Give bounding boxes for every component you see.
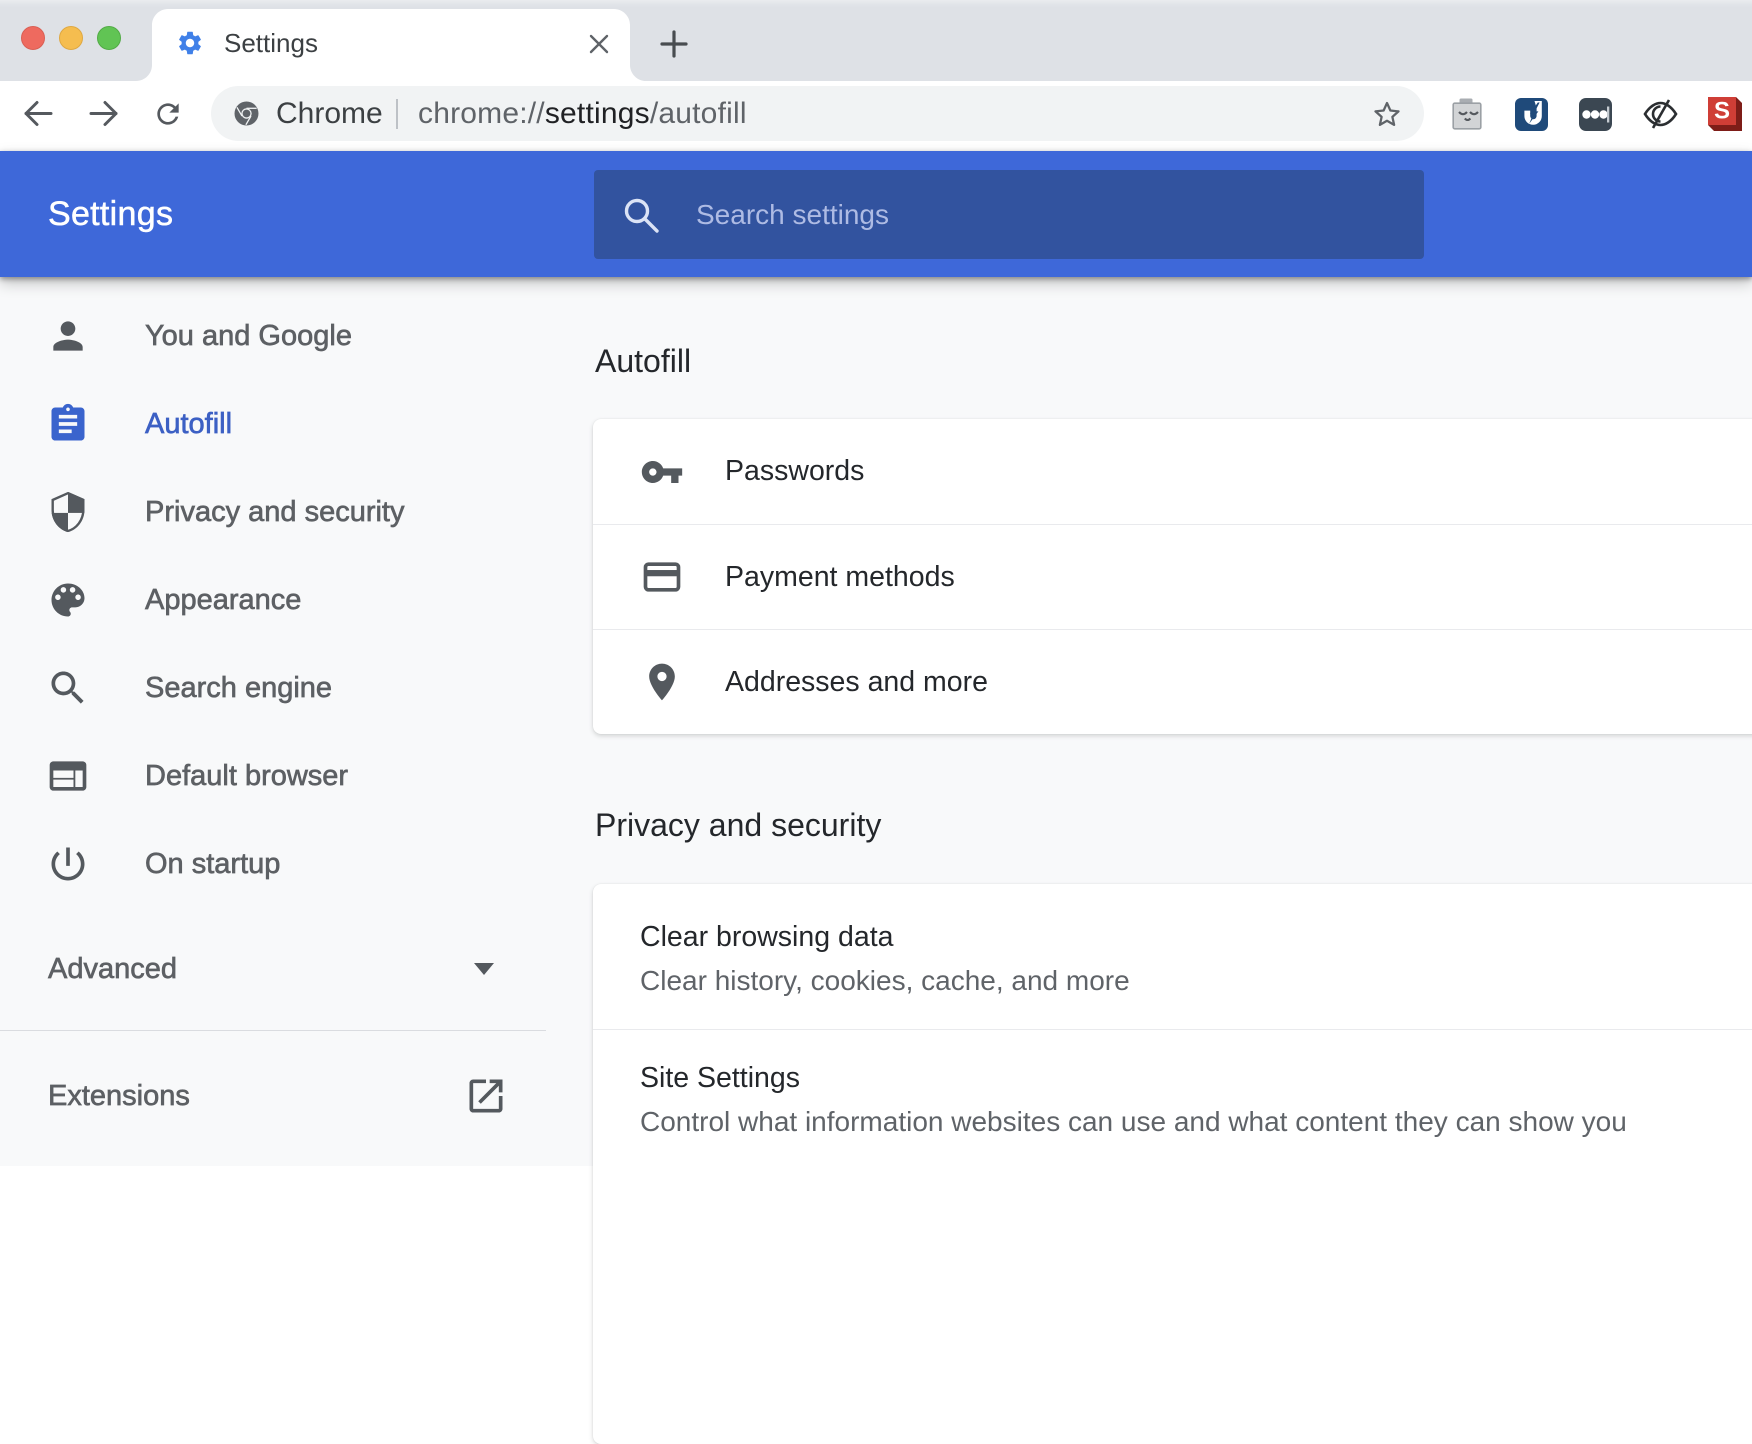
svg-text:S: S <box>1714 98 1730 125</box>
